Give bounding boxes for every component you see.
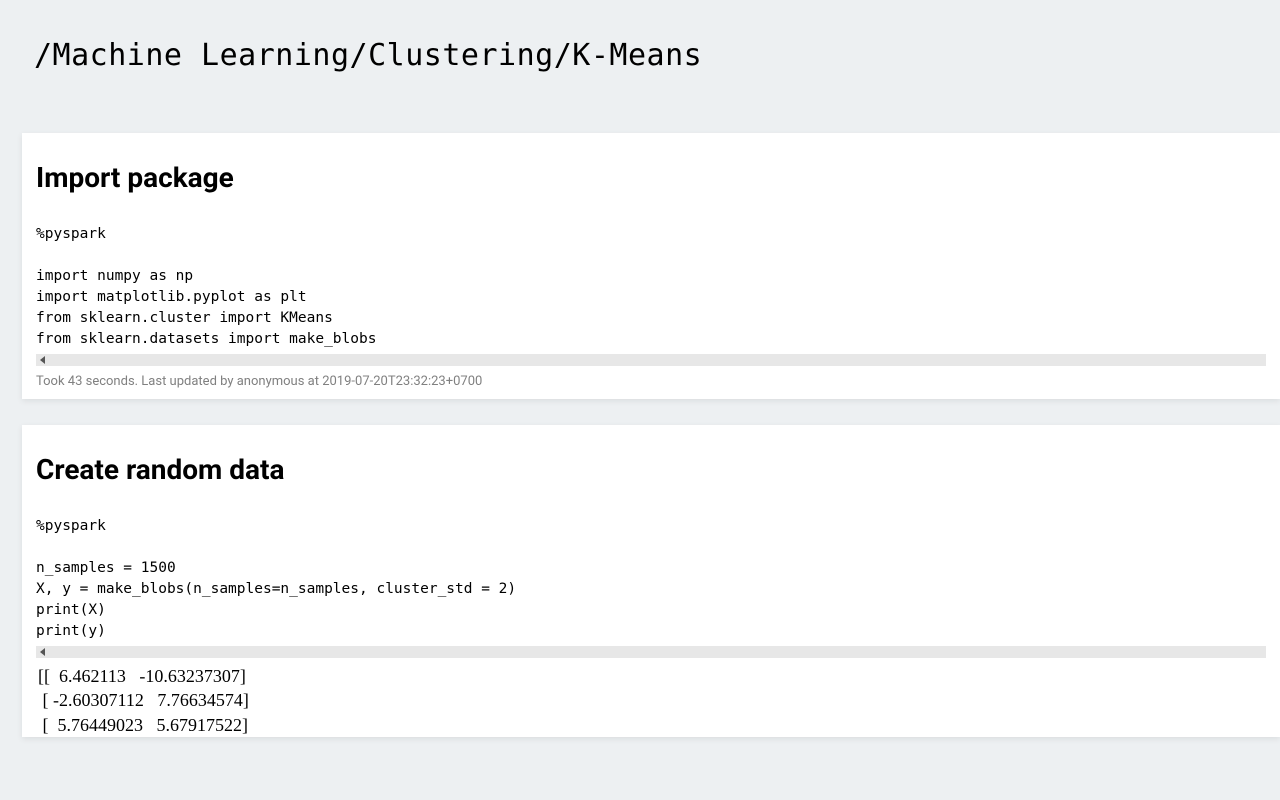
notebook-cell[interactable]: Import package %pyspark import numpy as … [22, 133, 1280, 399]
scroll-left-icon[interactable] [40, 648, 45, 656]
cell-execution-status: Took 43 seconds. Last updated by anonymo… [36, 366, 1266, 399]
cell-output: [[ 6.462113 -10.63237307] [ -2.60307112 … [36, 658, 1266, 737]
notebook-path-title: /Machine Learning/Clustering/K-Means [0, 0, 1280, 73]
code-editor[interactable]: %pyspark import numpy as np import matpl… [36, 224, 1266, 350]
notebook-cell[interactable]: Create random data %pyspark n_samples = … [22, 425, 1280, 737]
notebook-content: Import package %pyspark import numpy as … [22, 133, 1280, 737]
cell-heading: Create random data [36, 453, 1266, 486]
horizontal-scrollbar[interactable] [36, 646, 1266, 658]
horizontal-scrollbar[interactable] [36, 354, 1266, 366]
code-editor[interactable]: %pyspark n_samples = 1500 X, y = make_bl… [36, 516, 1266, 642]
cell-heading: Import package [36, 161, 1266, 194]
scroll-left-icon[interactable] [40, 356, 45, 364]
